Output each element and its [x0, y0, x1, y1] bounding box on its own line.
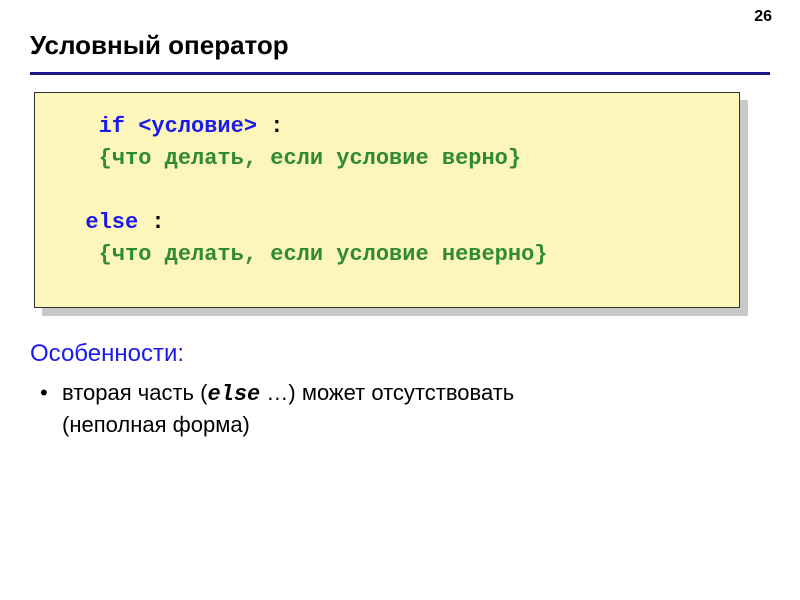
slide-title: Условный оператор: [30, 30, 289, 61]
bullet-text-prefix: вторая часть (: [62, 380, 207, 405]
feature-bullet-else-optional: вторая часть (else …) может отсутствоват…: [62, 378, 700, 439]
true-branch-body: {что делать, если условие верно}: [99, 146, 521, 171]
bullet-text-mid: …) может отсутствовать: [260, 380, 514, 405]
code-line-3: else :: [59, 210, 165, 235]
page-number: 26: [754, 8, 772, 26]
bullet-text-line2: (неполная форма): [62, 412, 250, 437]
code-line-2: {что делать, если условие верно}: [59, 146, 521, 171]
title-rule: [30, 72, 770, 75]
condition-placeholder: <условие>: [138, 114, 257, 139]
bullet-else-keyword: else: [207, 382, 260, 407]
code-line-1: if <условие> :: [59, 114, 283, 139]
code-line-4: {что делать, если условие неверно}: [59, 242, 547, 267]
keyword-if: if: [99, 114, 125, 139]
features-heading: Особенности:: [30, 340, 184, 368]
code-box: if <условие> : {что делать, если условие…: [34, 92, 740, 308]
keyword-else: else: [85, 210, 138, 235]
false-branch-body: {что делать, если условие неверно}: [99, 242, 548, 267]
